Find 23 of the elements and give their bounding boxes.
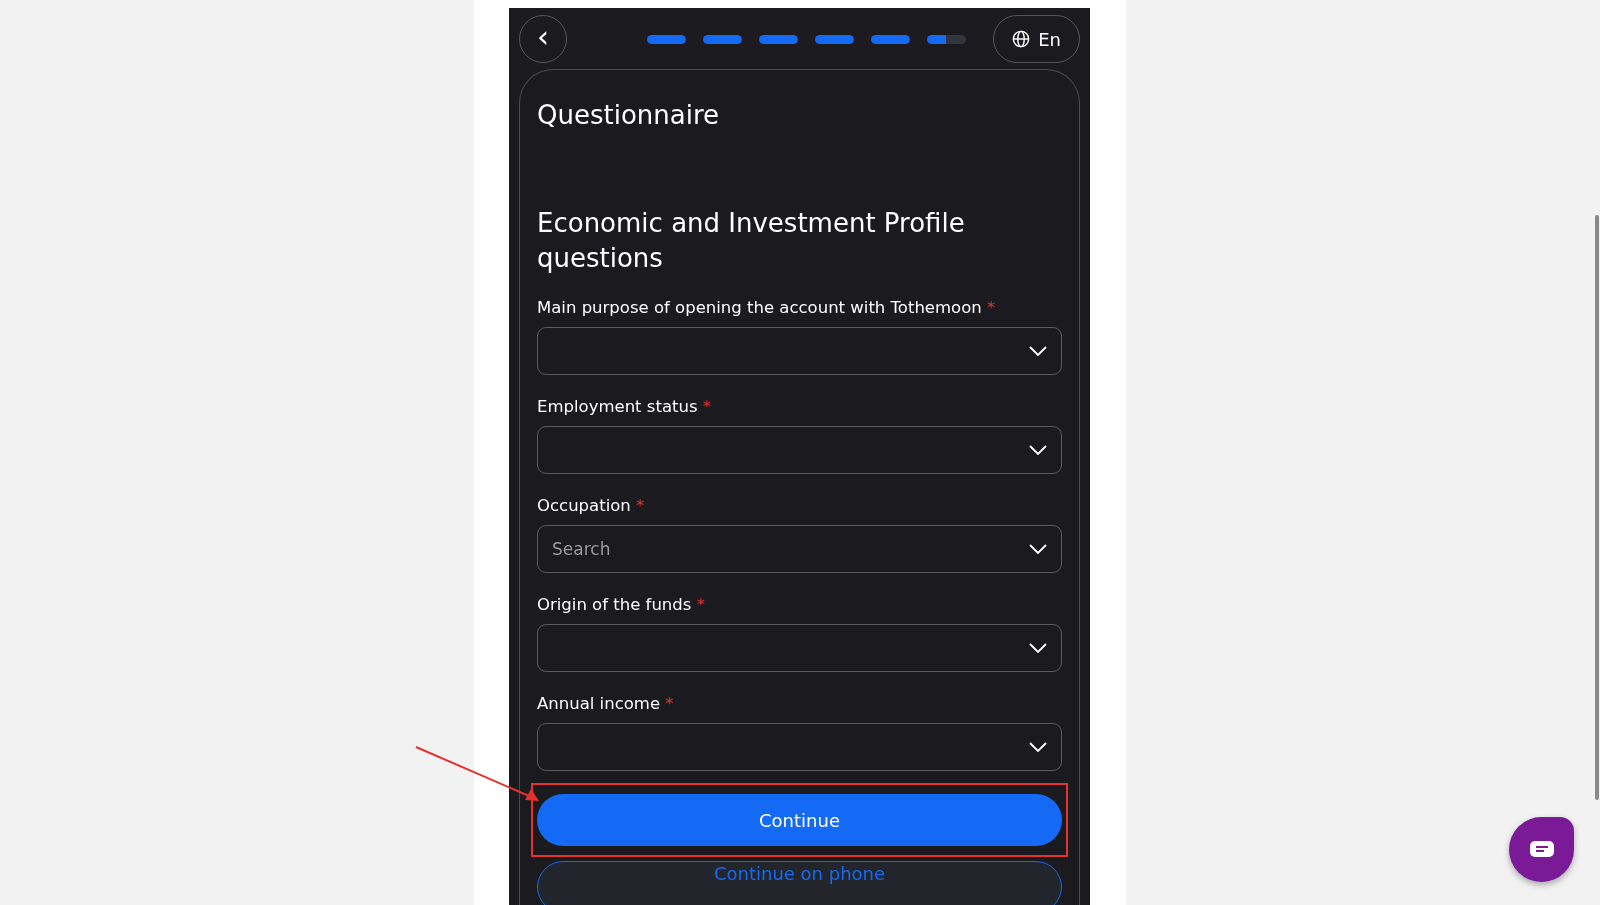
field-label: Main purpose of opening the account with Tothemoon * xyxy=(537,298,996,317)
chevron-down-icon xyxy=(1029,742,1047,752)
chat-button[interactable] xyxy=(1509,817,1574,882)
chevron-down-icon xyxy=(1029,544,1047,554)
field-label: Occupation * xyxy=(537,496,645,515)
dropdown-field[interactable] xyxy=(537,327,1062,375)
page-title: Questionnaire xyxy=(537,100,721,130)
chevron-down-icon xyxy=(1029,346,1047,356)
dropdown-field[interactable]: Search xyxy=(537,525,1062,573)
dropdown-field[interactable] xyxy=(537,426,1062,474)
continue-button[interactable]: Continue xyxy=(537,794,1062,846)
dropdown-field[interactable] xyxy=(537,624,1062,672)
chevron-down-icon xyxy=(1029,643,1047,653)
chevron-down-icon xyxy=(1029,445,1047,455)
field-label: Employment status * xyxy=(537,397,711,416)
field-label: Origin of the funds * xyxy=(537,595,705,614)
globe-icon xyxy=(1012,30,1031,48)
section-heading: Economic and Investment Profile questions xyxy=(537,207,966,275)
scrollbar[interactable] xyxy=(1595,215,1599,800)
chat-icon xyxy=(1528,839,1555,860)
secondary-button[interactable]: Continue on phone xyxy=(537,861,1062,905)
field-label: Annual income * xyxy=(537,694,674,713)
dropdown-field[interactable] xyxy=(537,723,1062,771)
